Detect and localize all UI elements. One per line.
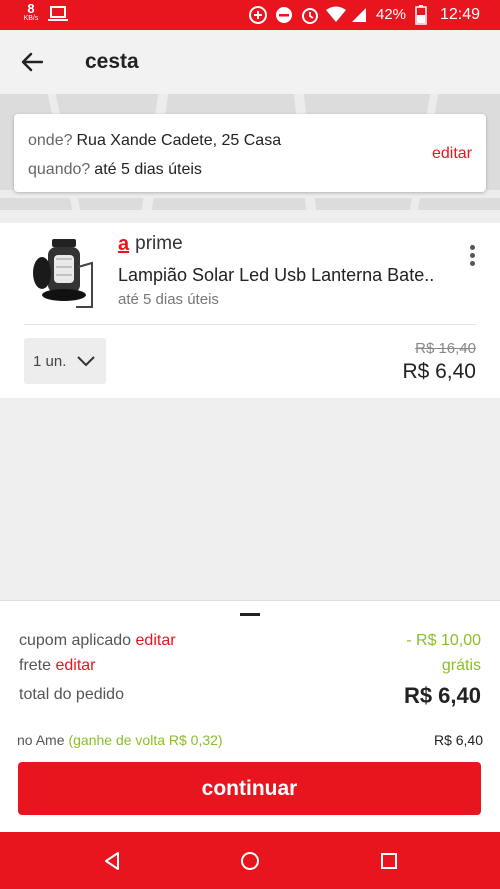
map-background: onde? Rua Xande Cadete, 25 Casa quando? at… [0,94,500,210]
product-name[interactable]: Lampião Solar Led Usb Lanterna Bate.. [118,265,448,286]
chevron-down-icon [77,356,96,367]
ame-row: no Ame (ganhe de volta R$ 0,32) [17,732,223,748]
status-bar: 8 KB/s 42% 12:49 [0,0,500,30]
prime-label: prime [135,233,183,254]
divider [24,324,476,325]
drag-handle[interactable] [240,613,260,616]
arrow-left-icon [21,52,43,72]
cart-item: a prime Lampião Solar Led Usb Lanterna B… [0,223,500,398]
delivery-address-row: onde? Rua Xande Cadete, 25 Casa [28,132,281,150]
quantity-select[interactable]: 1 un. [24,338,106,384]
old-price: R$ 16,40 [415,340,476,357]
edit-coupon-link[interactable]: editar [136,632,176,649]
navigation-bar [0,832,500,889]
total-value: R$ 6,40 [403,683,481,708]
coupon-label: cupom aplicado [19,632,132,649]
wifi-icon [326,6,346,22]
battery-icon [415,5,427,30]
page-title: cesta [85,50,139,73]
nav-recents-button[interactable] [378,850,400,872]
prime-badge: a prime [118,233,183,255]
prime-logo: a [118,233,130,255]
order-summary: cupom aplicado editar - R$ 10,00 frete e… [0,600,500,832]
square-recents-icon [381,853,397,869]
total-label: total do pedido [19,686,124,703]
more-vert-icon [469,245,475,250]
more-options-button[interactable] [462,245,482,269]
network-speed-unit: KB/s [23,15,39,22]
delivery-time-row: quando? até 5 dias úteis [28,161,202,179]
network-speed: 8 KB/s [20,2,42,22]
delivery-address-label: onde? [28,132,73,149]
do-not-disturb-icon [276,7,292,23]
clock: 12:49 [440,6,481,23]
ame-label: no Ame [17,732,65,748]
delivery-address: Rua Xande Cadete, 25 Casa [76,132,282,149]
product-delivery-time: até 5 dias úteis [118,291,219,308]
delivery-time: até 5 dias úteis [94,161,202,178]
edit-delivery-link[interactable]: editar [432,145,472,163]
shipping-row: frete editar [19,657,96,675]
coupon-value: - R$ 10,00 [406,632,481,649]
battery-percent: 42% [376,6,407,23]
delivery-card: onde? Rua Xande Cadete, 25 Casa quando? at… [14,114,486,192]
current-price: R$ 6,40 [402,360,476,383]
circle-home-icon [241,852,259,870]
shipping-value: grátis [441,657,481,674]
coupon-row: cupom aplicado editar [19,632,176,650]
nav-home-button[interactable] [239,850,261,872]
laptop-icon [48,6,68,27]
ame-cashback: (ganhe de volta R$ 0,32) [68,732,223,748]
product-image[interactable] [30,237,100,312]
status-icons [248,5,368,30]
data-saver-icon [249,6,267,24]
alarm-icon [302,8,318,24]
edit-shipping-link[interactable]: editar [55,657,95,674]
total-row: total do pedido [19,686,124,704]
network-speed-value: 8 [27,1,35,16]
app-toolbar: cesta [0,30,500,94]
signal-icon [352,8,366,22]
shipping-label: frete [19,657,52,674]
quantity-value: 1 un. [33,352,67,370]
delivery-time-label: quando? [28,161,91,178]
nav-back-button[interactable] [101,850,123,872]
triangle-back-icon [105,852,119,870]
ame-value: R$ 6,40 [433,732,483,748]
back-button[interactable] [14,44,50,80]
continue-button[interactable]: continuar [18,762,481,815]
